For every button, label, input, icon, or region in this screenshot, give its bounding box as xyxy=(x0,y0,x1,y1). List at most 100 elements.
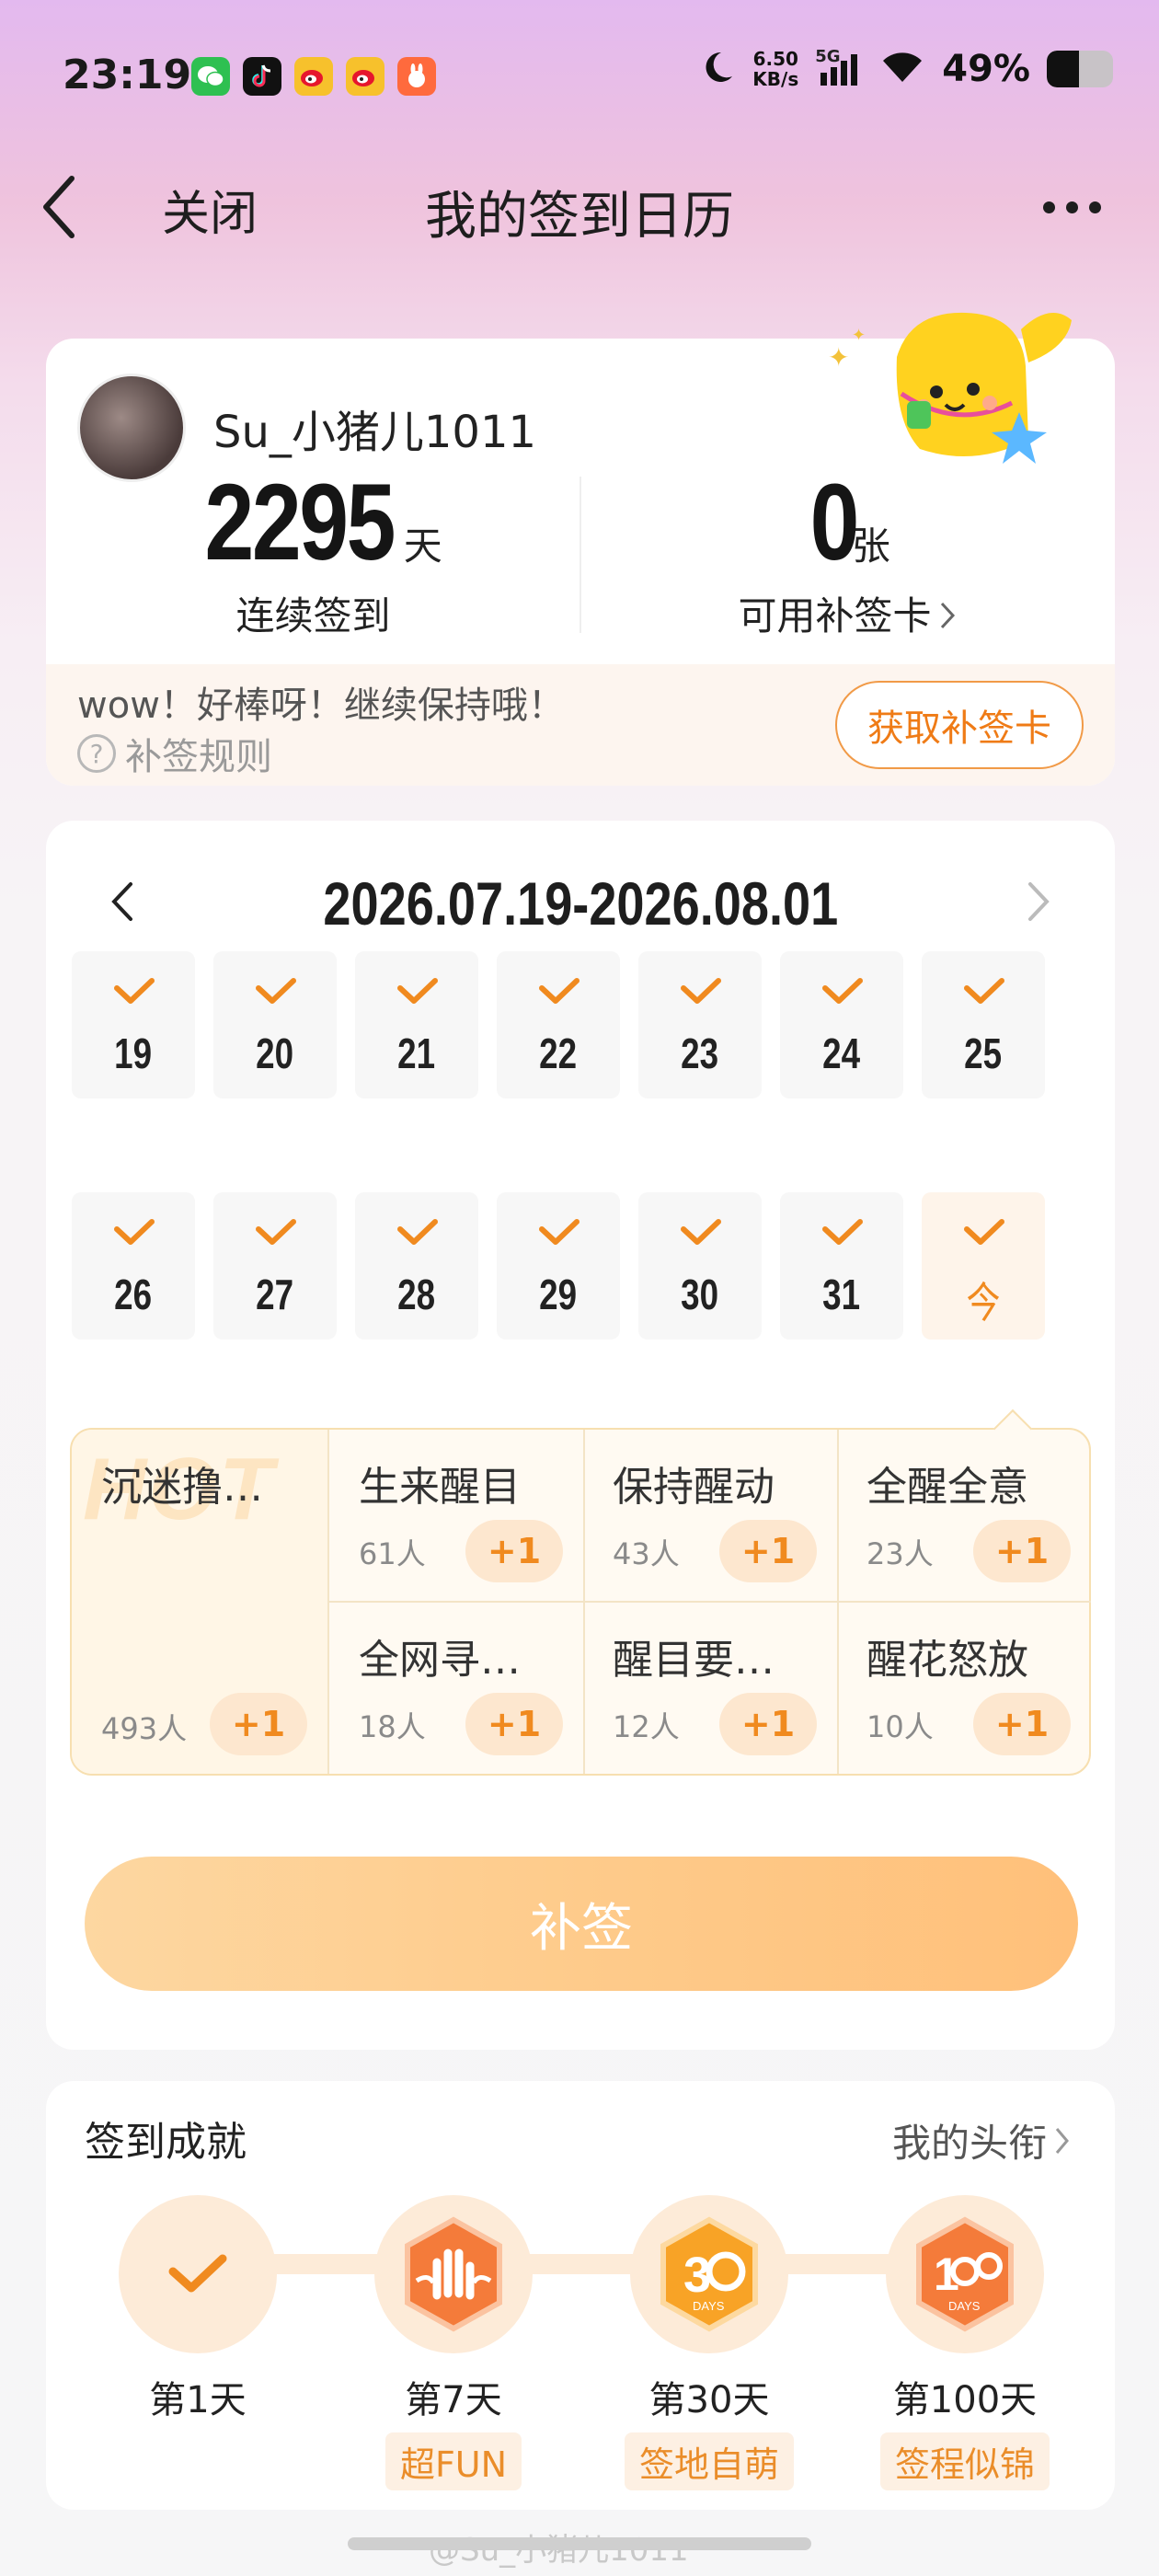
my-titles-link[interactable]: 我的头衔 xyxy=(892,2112,1071,2168)
milestone-badge: 1 DAYS xyxy=(886,2195,1044,2353)
day-number: 26 xyxy=(114,1271,153,1318)
chevron-right-icon xyxy=(1028,882,1050,921)
calendar-day[interactable]: 31 xyxy=(780,1192,903,1340)
chevron-right-icon xyxy=(1055,2127,1069,2154)
check-icon xyxy=(112,975,156,1012)
calendar-day[interactable]: 19 xyxy=(72,951,195,1098)
milestone-badge xyxy=(119,2195,277,2353)
day-number: 31 xyxy=(822,1271,861,1318)
cellular-signal-icon: 5G xyxy=(815,47,863,87)
badge-cell: 醒目要… 12人 +1 xyxy=(583,1603,837,1774)
status-indicators: 6.50 KB/s 5G 49% xyxy=(699,47,1113,90)
calendar-day[interactable]: 27 xyxy=(213,1192,337,1340)
streak-label: 连续签到 xyxy=(235,593,391,638)
milestone-day: 第1天 xyxy=(149,2379,247,2421)
makeup-sign-button[interactable]: 补签 xyxy=(85,1857,1078,1991)
sign-badges-panel: HOT 沉迷撸… 493人 +1 生来醒目 61人 +1 保持醒动 43人 +1… xyxy=(70,1409,1091,1776)
calendar-day[interactable]: 22 xyxy=(497,951,620,1098)
username: Su_小猪儿1011 xyxy=(213,407,537,458)
tiktok-icon xyxy=(243,57,281,96)
day-number: 30 xyxy=(681,1271,719,1318)
check-icon xyxy=(254,975,298,1012)
badge-count: 18人 xyxy=(359,1709,426,1744)
milestone-day7[interactable]: 第7天 超FUN xyxy=(339,2195,568,2490)
check-icon xyxy=(254,1216,298,1253)
calendar-day[interactable]: 23 xyxy=(638,951,762,1098)
achievements-title: 签到成就 xyxy=(85,2119,247,2166)
calendar-day[interactable]: 28 xyxy=(355,1192,478,1340)
calendar-day[interactable]: 24 xyxy=(780,951,903,1098)
day-number: 29 xyxy=(539,1271,578,1318)
svg-text:✦: ✦ xyxy=(852,326,866,345)
makeup-rules-link[interactable]: ? 补签规则 xyxy=(77,727,272,780)
plus-one-button[interactable]: +1 xyxy=(465,1520,563,1582)
badge-count: 61人 xyxy=(359,1536,426,1571)
badge-name: 沉迷撸… xyxy=(101,1464,263,1511)
badge-cell: 全网寻… 18人 +1 xyxy=(329,1603,583,1774)
badge-count: 23人 xyxy=(866,1536,934,1571)
milestone-day: 第100天 xyxy=(892,2379,1038,2421)
battery-percent: 49% xyxy=(942,48,1030,90)
calendar-day[interactable]: 30 xyxy=(638,1192,762,1340)
plus-one-button[interactable]: +1 xyxy=(719,1693,817,1755)
day-number: 23 xyxy=(681,1029,719,1077)
plus-one-button[interactable]: +1 xyxy=(973,1520,1071,1582)
get-makeup-card-button[interactable]: 获取补签卡 xyxy=(835,681,1084,769)
card-footer: wow！好棒呀！继续保持哦！ ? 补签规则 获取补签卡 xyxy=(46,664,1115,786)
home-indicator[interactable] xyxy=(348,2537,811,2550)
check-icon xyxy=(820,1216,865,1253)
question-icon: ? xyxy=(77,734,116,773)
badge-cell: 保持醒动 43人 +1 xyxy=(583,1430,837,1601)
streak-unit: 天 xyxy=(403,523,442,569)
check-icon xyxy=(962,1216,1006,1253)
wifi-icon xyxy=(879,49,925,89)
calendar-day[interactable]: 20 xyxy=(213,951,337,1098)
next-week-button[interactable] xyxy=(1016,872,1061,931)
plus-one-button[interactable]: +1 xyxy=(719,1520,817,1582)
plus-one-button[interactable]: +1 xyxy=(210,1693,307,1755)
calendar-day-today[interactable]: 今 xyxy=(922,1192,1045,1340)
cards-label[interactable]: 可用补签卡 xyxy=(580,585,1115,641)
plus-one-button[interactable]: +1 xyxy=(465,1693,563,1755)
day-number: 22 xyxy=(539,1029,578,1077)
badge-hot: HOT 沉迷撸… 493人 +1 xyxy=(72,1430,329,1774)
milestone-day1[interactable]: 第1天 xyxy=(83,2195,313,2423)
calendar-day[interactable]: 25 xyxy=(922,951,1045,1098)
wechat-icon xyxy=(191,57,230,96)
badge-name: 醒花怒放 xyxy=(866,1637,1028,1684)
badge-cell: 生来醒目 61人 +1 xyxy=(329,1430,583,1601)
weibo-icon xyxy=(346,57,384,96)
milestone-day100[interactable]: 1 DAYS 第100天 签程似锦 xyxy=(850,2195,1080,2490)
badge-count: 12人 xyxy=(613,1709,680,1744)
chevron-right-icon xyxy=(940,602,955,629)
calendar-day[interactable]: 29 xyxy=(497,1192,620,1340)
milestone-title-tag: 签地自萌 xyxy=(624,2432,794,2490)
milestone-day30[interactable]: 3 DAYS 第30天 签地自萌 xyxy=(594,2195,824,2490)
plus-one-button[interactable]: +1 xyxy=(973,1693,1071,1755)
svg-text:DAYS: DAYS xyxy=(693,2299,725,2313)
badge-name: 醒目要… xyxy=(613,1637,775,1684)
30-days-badge-icon: 3DAYS xyxy=(660,2216,758,2332)
milestone-title-tag: 签程似锦 xyxy=(879,2432,1050,2490)
badge-count: 493人 xyxy=(101,1711,188,1746)
milestone-badge xyxy=(374,2195,533,2353)
more-menu-button[interactable] xyxy=(1030,184,1113,230)
badge-cell: 全醒全意 23人 +1 xyxy=(837,1430,1091,1601)
100-days-badge-icon: 1DAYS xyxy=(916,2216,1014,2332)
check-icon xyxy=(168,2254,227,2293)
calendar-day[interactable]: 26 xyxy=(72,1192,195,1340)
cards-unit: 张 xyxy=(851,523,890,569)
achievements-card: 签到成就 我的头衔 第1天 第7天 超FUN 3 DAYS 第30天 签地自萌 1… xyxy=(46,2081,1115,2510)
day-number: 今 xyxy=(966,1278,1001,1328)
milestone-badge: 3 DAYS xyxy=(630,2195,788,2353)
calendar-day[interactable]: 21 xyxy=(355,951,478,1098)
check-icon xyxy=(679,975,723,1012)
moon-icon xyxy=(699,49,736,89)
streak-value: 2295 xyxy=(204,462,396,583)
svg-text:DAYS: DAYS xyxy=(948,2299,981,2313)
rabbit-app-icon xyxy=(397,57,436,96)
day-number: 25 xyxy=(964,1029,1003,1077)
status-bar: 23:19 6.50 KB/s 5G 49% xyxy=(0,0,1159,156)
day-number: 27 xyxy=(256,1271,294,1318)
rock-hand-badge-icon xyxy=(405,2216,502,2332)
